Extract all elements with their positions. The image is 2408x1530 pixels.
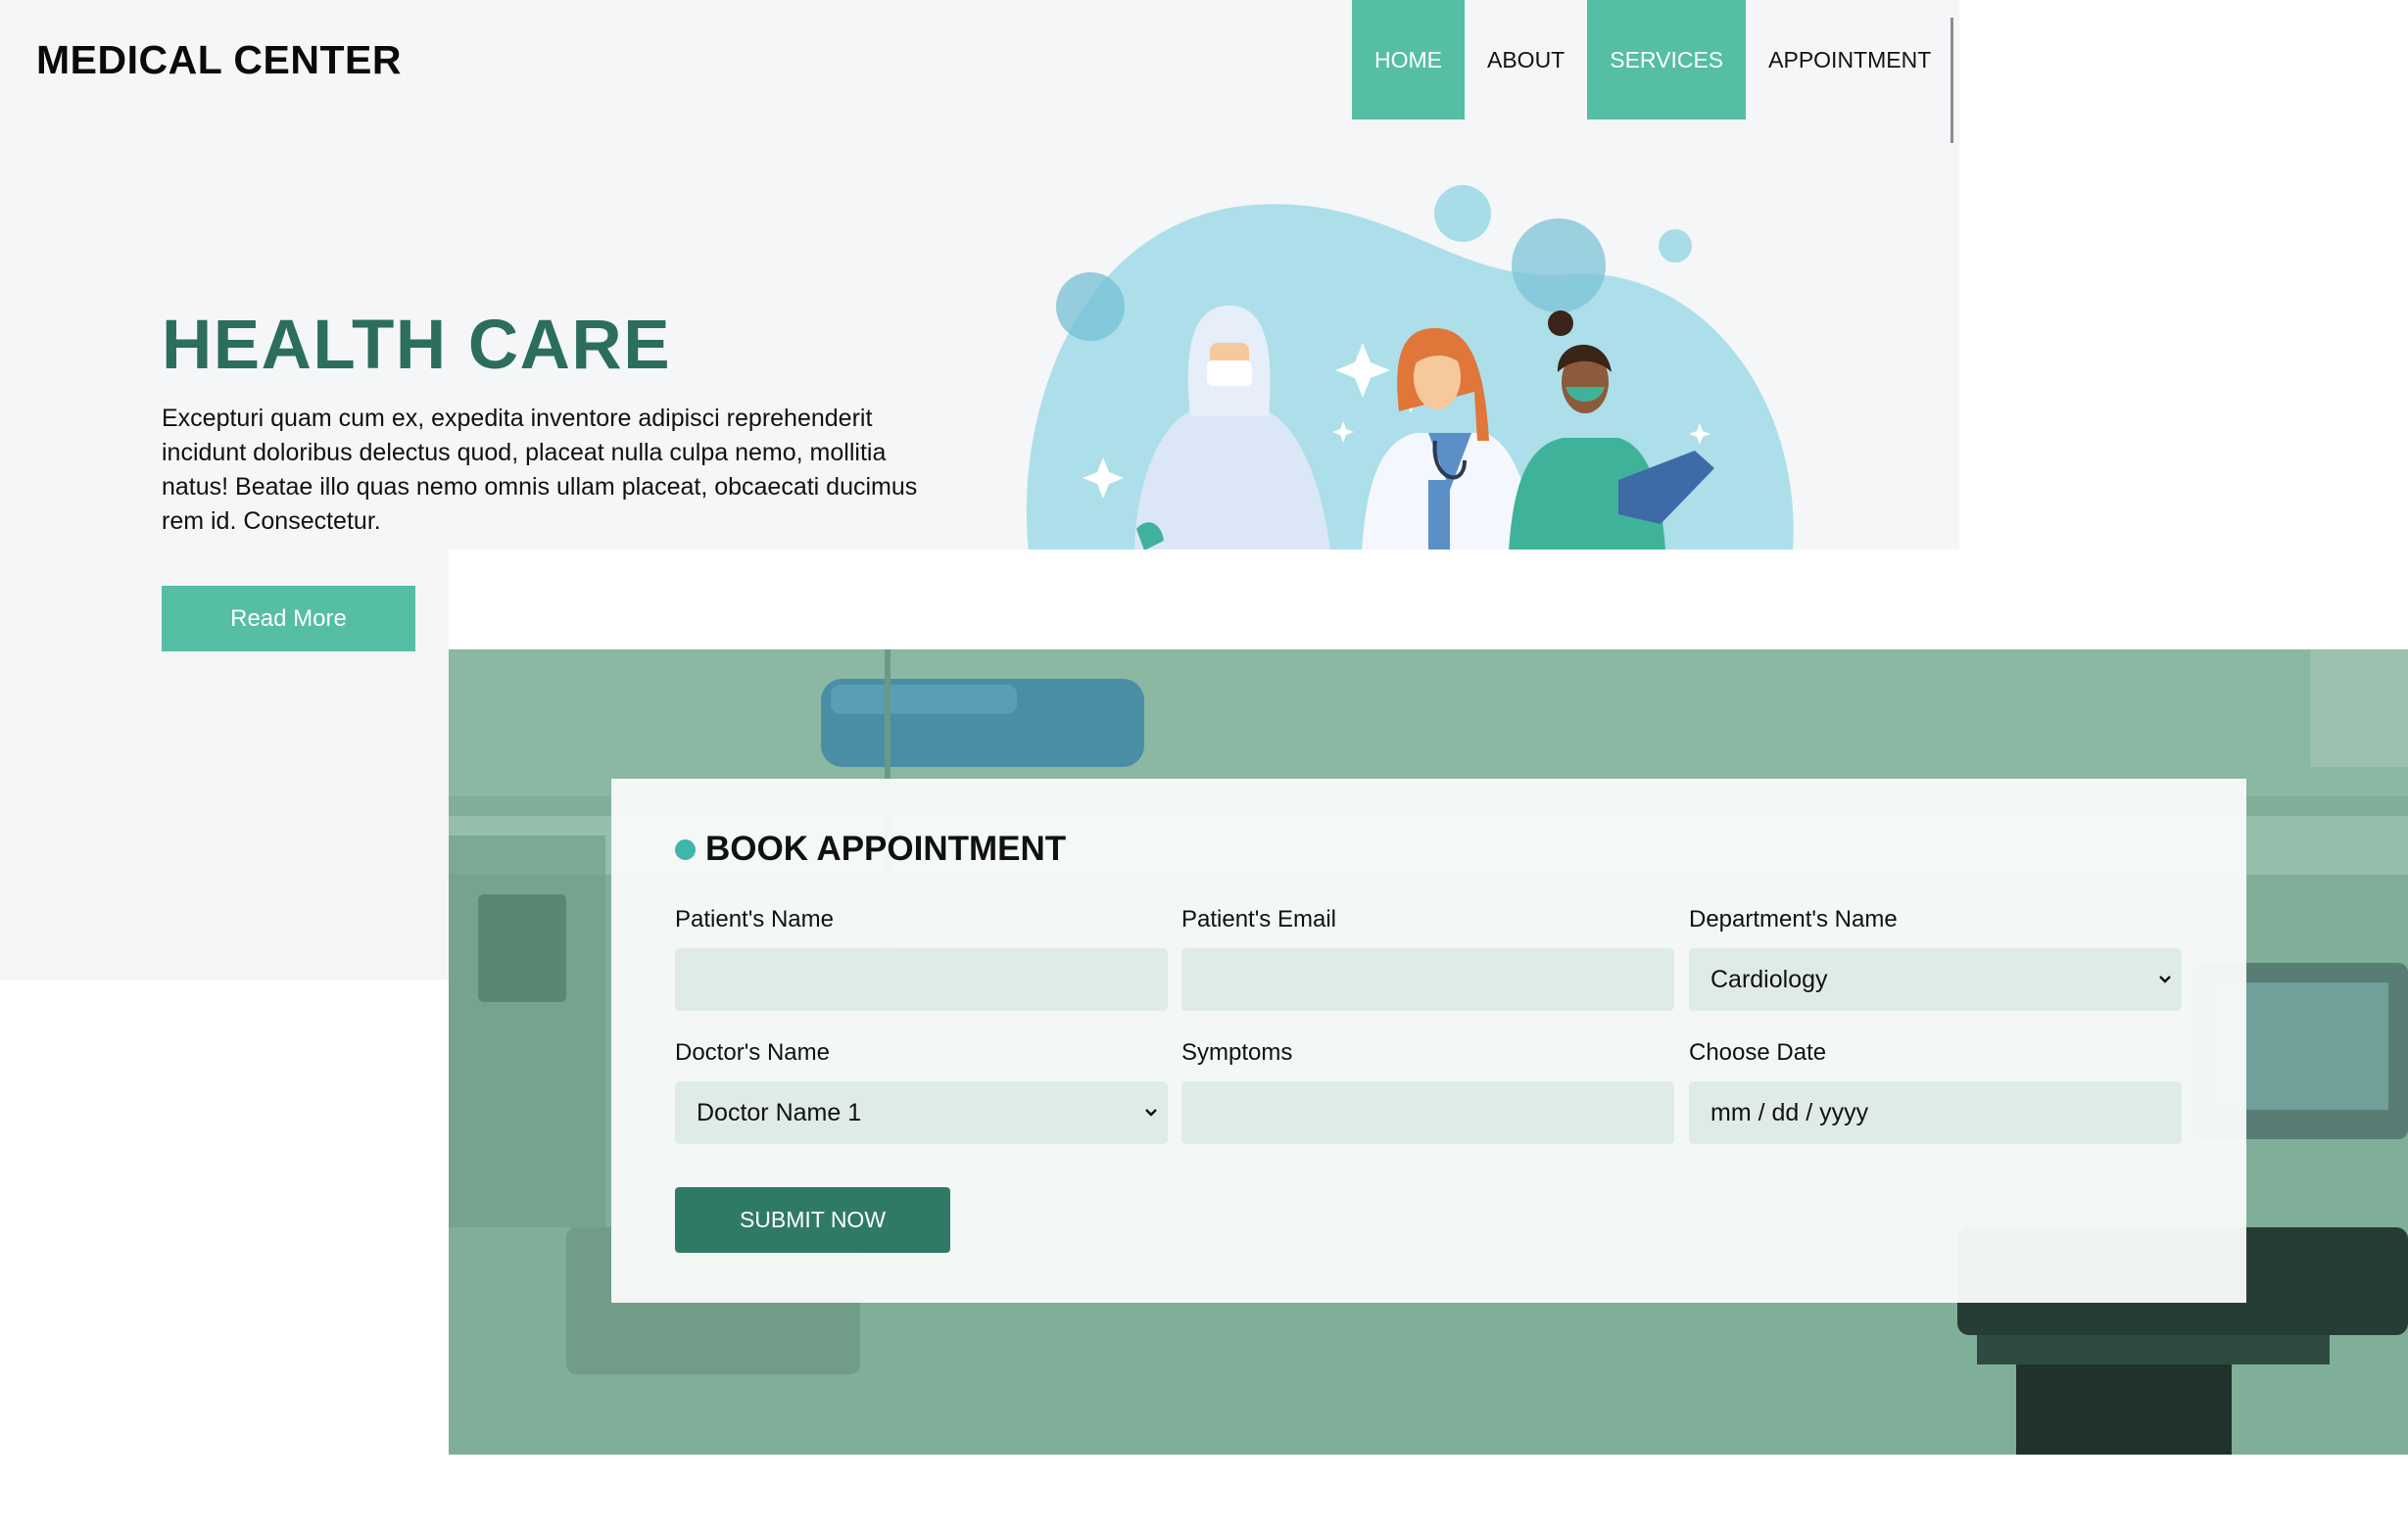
scrollbar[interactable] xyxy=(1950,18,1953,143)
date-group: Choose Date mm / dd / yyyy xyxy=(1689,1039,2182,1144)
department-group: Department's Name Cardiology xyxy=(1689,906,2182,1011)
date-label: Choose Date xyxy=(1689,1039,1827,1066)
site-logo[interactable]: MEDICAL CENTER xyxy=(36,37,402,83)
nav-appointment[interactable]: APPOINTMENT xyxy=(1746,0,1953,120)
symptoms-input[interactable] xyxy=(1181,1081,1674,1144)
doctor-value: Doctor Name 1 xyxy=(697,1098,862,1126)
patient-email-group: Patient's Email xyxy=(1181,906,1674,1011)
chevron-down-icon xyxy=(1145,1109,1157,1117)
patient-name-label: Patient's Name xyxy=(675,906,834,932)
department-value: Cardiology xyxy=(1710,965,1828,993)
nav-about[interactable]: ABOUT xyxy=(1465,0,1587,120)
nav-home[interactable]: HOME xyxy=(1352,0,1465,120)
patient-name-input[interactable] xyxy=(675,948,1168,1011)
hero-title: HEALTH CARE xyxy=(162,307,672,384)
date-input[interactable]: mm / dd / yyyy xyxy=(1689,1081,2182,1144)
patient-email-label: Patient's Email xyxy=(1181,906,1336,932)
main-nav: HOME ABOUT SERVICES APPOINTMENT xyxy=(1352,0,1953,120)
doctor-label: Doctor's Name xyxy=(675,1039,830,1066)
symptoms-label: Symptoms xyxy=(1181,1039,1293,1066)
nav-services[interactable]: SERVICES xyxy=(1587,0,1747,120)
read-more-button[interactable]: Read More xyxy=(162,586,415,651)
appointment-form: BOOK APPOINTMENT Patient's Name Patient'… xyxy=(611,779,2246,1303)
form-heading: BOOK APPOINTMENT xyxy=(675,830,1066,869)
patient-email-input[interactable] xyxy=(1181,948,1674,1011)
doctor-select[interactable]: Doctor Name 1 xyxy=(675,1081,1168,1144)
department-select[interactable]: Cardiology xyxy=(1689,948,2182,1011)
section-divider xyxy=(449,550,2408,649)
hero-description: Excepturi quam cum ex, expedita inventor… xyxy=(162,405,918,535)
doctor-group: Doctor's Name Doctor Name 1 xyxy=(675,1039,1168,1144)
submit-button[interactable]: SUBMIT NOW xyxy=(675,1187,950,1253)
department-label: Department's Name xyxy=(1689,906,1898,932)
chevron-down-icon xyxy=(2159,976,2171,983)
healthcare-workers-illustration xyxy=(1019,167,1803,550)
form-title: BOOK APPOINTMENT xyxy=(705,830,1067,868)
symptoms-group: Symptoms xyxy=(1181,1039,1674,1144)
bullet-icon xyxy=(675,838,696,860)
patient-name-group: Patient's Name xyxy=(675,906,1168,1011)
